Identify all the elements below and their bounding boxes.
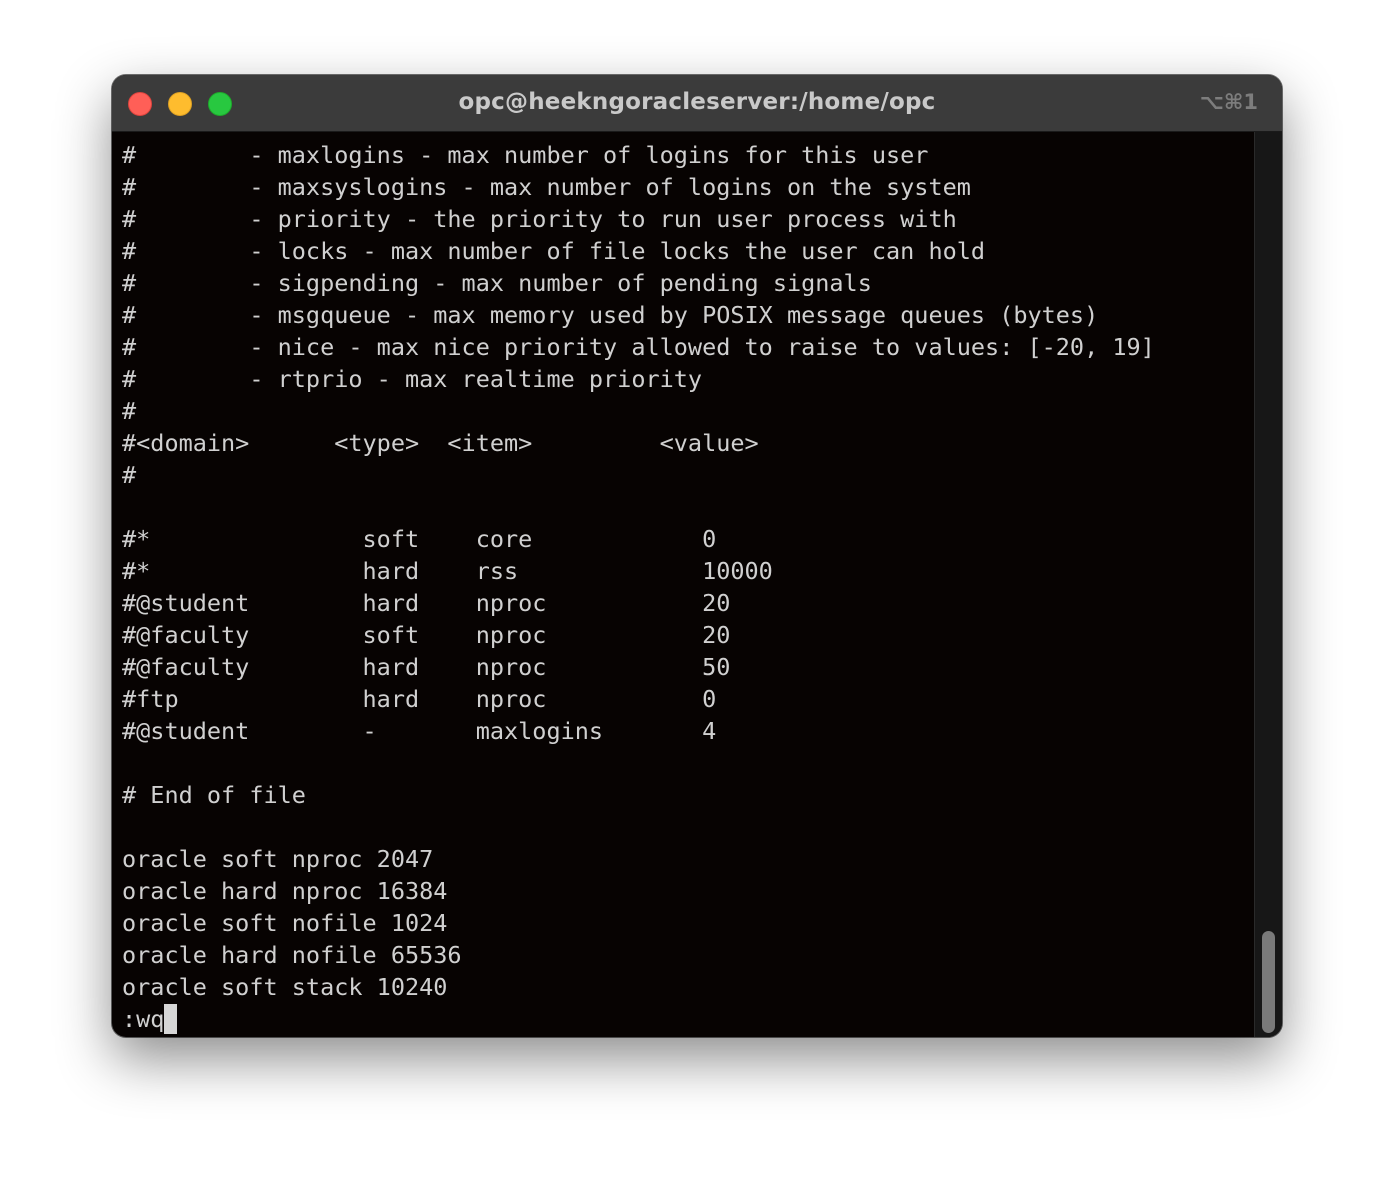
terminal-line: #* soft core 0 [122,525,717,553]
terminal-line: oracle hard nofile 65536 [122,941,462,969]
window-title: opc@heekngoracleserver:/home/opc [458,89,936,115]
command-text: :wq [122,1005,165,1033]
terminal-line: # - maxsyslogins - max number of logins … [122,173,971,201]
scrollbar-thumb[interactable] [1262,931,1275,1033]
title-bar[interactable]: opc@heekngoracleserver:/home/opc ⌥⌘1 [112,75,1282,132]
terminal-line: # - nice - max nice priority allowed to … [122,333,1155,361]
terminal-line: # End of file [122,781,306,809]
terminal-line: # [122,397,137,425]
terminal-line: # - rtprio - max realtime priority [122,365,703,393]
terminal-line: #ftp hard nproc 0 [122,685,717,713]
terminal-line: oracle soft nproc 2047 [122,845,434,873]
terminal-line: # [122,461,137,489]
terminal-line: # - maxlogins - max number of logins for… [122,141,929,169]
terminal-line: # - locks - max number of file locks the… [122,237,986,265]
terminal-content[interactable]: # - maxlogins - max number of logins for… [122,139,1252,1034]
scrollbar[interactable] [1254,132,1282,1037]
text-cursor [164,1004,178,1034]
terminal-line: #@faculty hard nproc 50 [122,653,731,681]
terminal-line: #@student hard nproc 20 [122,589,731,617]
command-line[interactable]: :wq [122,1003,1252,1035]
terminal-line: oracle soft nofile 1024 [122,909,448,937]
terminal-line: oracle hard nproc 16384 [122,877,448,905]
terminal-line: # - msgqueue - max memory used by POSIX … [122,301,1099,329]
terminal-line: #<domain> <type> <item> <value> [122,429,759,457]
terminal-window: opc@heekngoracleserver:/home/opc ⌥⌘1 # -… [112,75,1282,1037]
terminal-line: #@student - maxlogins 4 [122,717,717,745]
terminal-line: oracle soft stack 10240 [122,973,448,1001]
terminal-line: # - priority - the priority to run user … [122,205,957,233]
window-shortcut: ⌥⌘1 [1199,90,1258,114]
terminal-line: #@faculty soft nproc 20 [122,621,731,649]
terminal-line: #* hard rss 10000 [122,557,773,585]
terminal-line: # - sigpending - max number of pending s… [122,269,872,297]
